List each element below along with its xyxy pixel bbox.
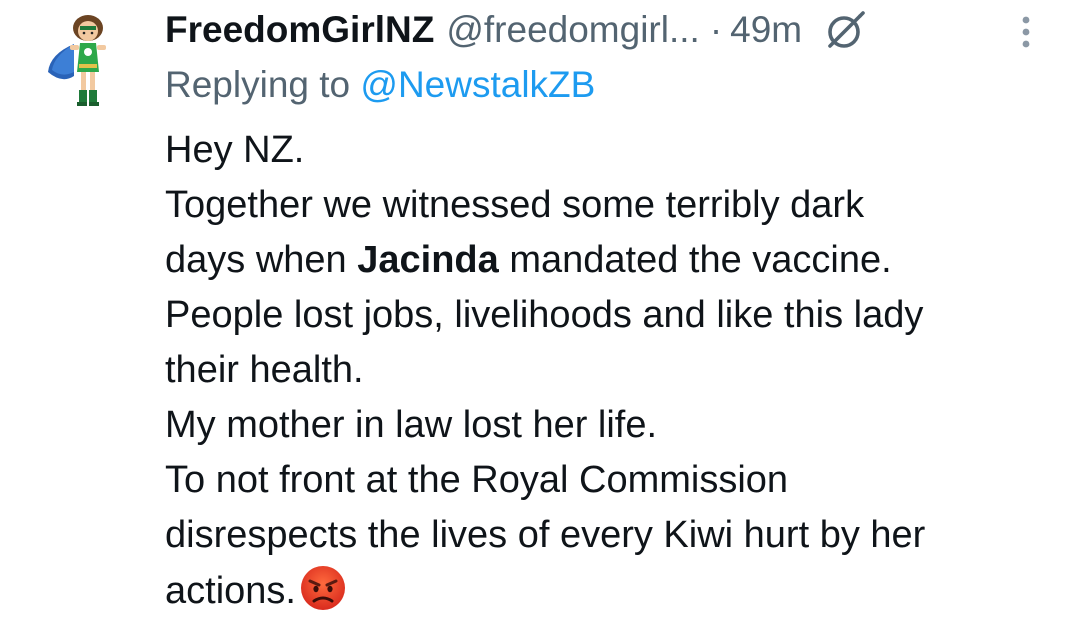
- timestamp[interactable]: 49m: [730, 9, 802, 51]
- reply-mention-link[interactable]: @NewstalkZB: [360, 64, 595, 105]
- tweet-text-line: days when Jacinda mandated the vaccine.: [165, 233, 1065, 288]
- tweet-text-segment: actions.: [165, 570, 296, 612]
- tweet-text-line: To not front at the Royal Commission: [165, 459, 789, 501]
- tweet-text-line: Hey NZ.: [165, 129, 305, 171]
- more-vertical-icon[interactable]: [1014, 14, 1038, 54]
- separator-dot: ·: [709, 9, 723, 50]
- tweet-text-line: disrespects the lives of every Kiwi hurt…: [165, 514, 926, 556]
- tweet-header: FreedomGirlNZ @freedomgirl... · 49m: [165, 2, 866, 58]
- author-display-name[interactable]: FreedomGirlNZ: [165, 9, 434, 51]
- tweet-text-segment: mandated the vaccine.: [498, 239, 892, 281]
- tweet-text-bold: Jacinda: [357, 239, 499, 281]
- angry-face-emoji-icon: [298, 563, 348, 613]
- tweet[interactable]: FreedomGirlNZ @freedomgirl... · 49m Repl…: [0, 0, 1079, 617]
- tweet-text-line: My mother in law lost her life.: [165, 404, 658, 446]
- avatar[interactable]: [44, 10, 128, 114]
- replying-to-label: Replying to: [165, 64, 361, 105]
- grok-icon[interactable]: [822, 8, 866, 52]
- tweet-text-segment: days when: [165, 239, 358, 281]
- tweet-text: Hey NZ. Together we witnessed some terri…: [165, 123, 1065, 619]
- replying-to: Replying to @NewstalkZB: [165, 60, 595, 110]
- tweet-text-line: People lost jobs, livelihoods and like t…: [165, 294, 924, 336]
- superhero-girl-avatar-icon: [48, 15, 106, 106]
- tweet-text-line: their health.: [165, 349, 364, 391]
- tweet-text-line-last: actions.: [165, 563, 1065, 619]
- tweet-text-line: Together we witnessed some terribly dark: [165, 184, 865, 226]
- author-handle[interactable]: @freedomgirl...: [446, 9, 699, 51]
